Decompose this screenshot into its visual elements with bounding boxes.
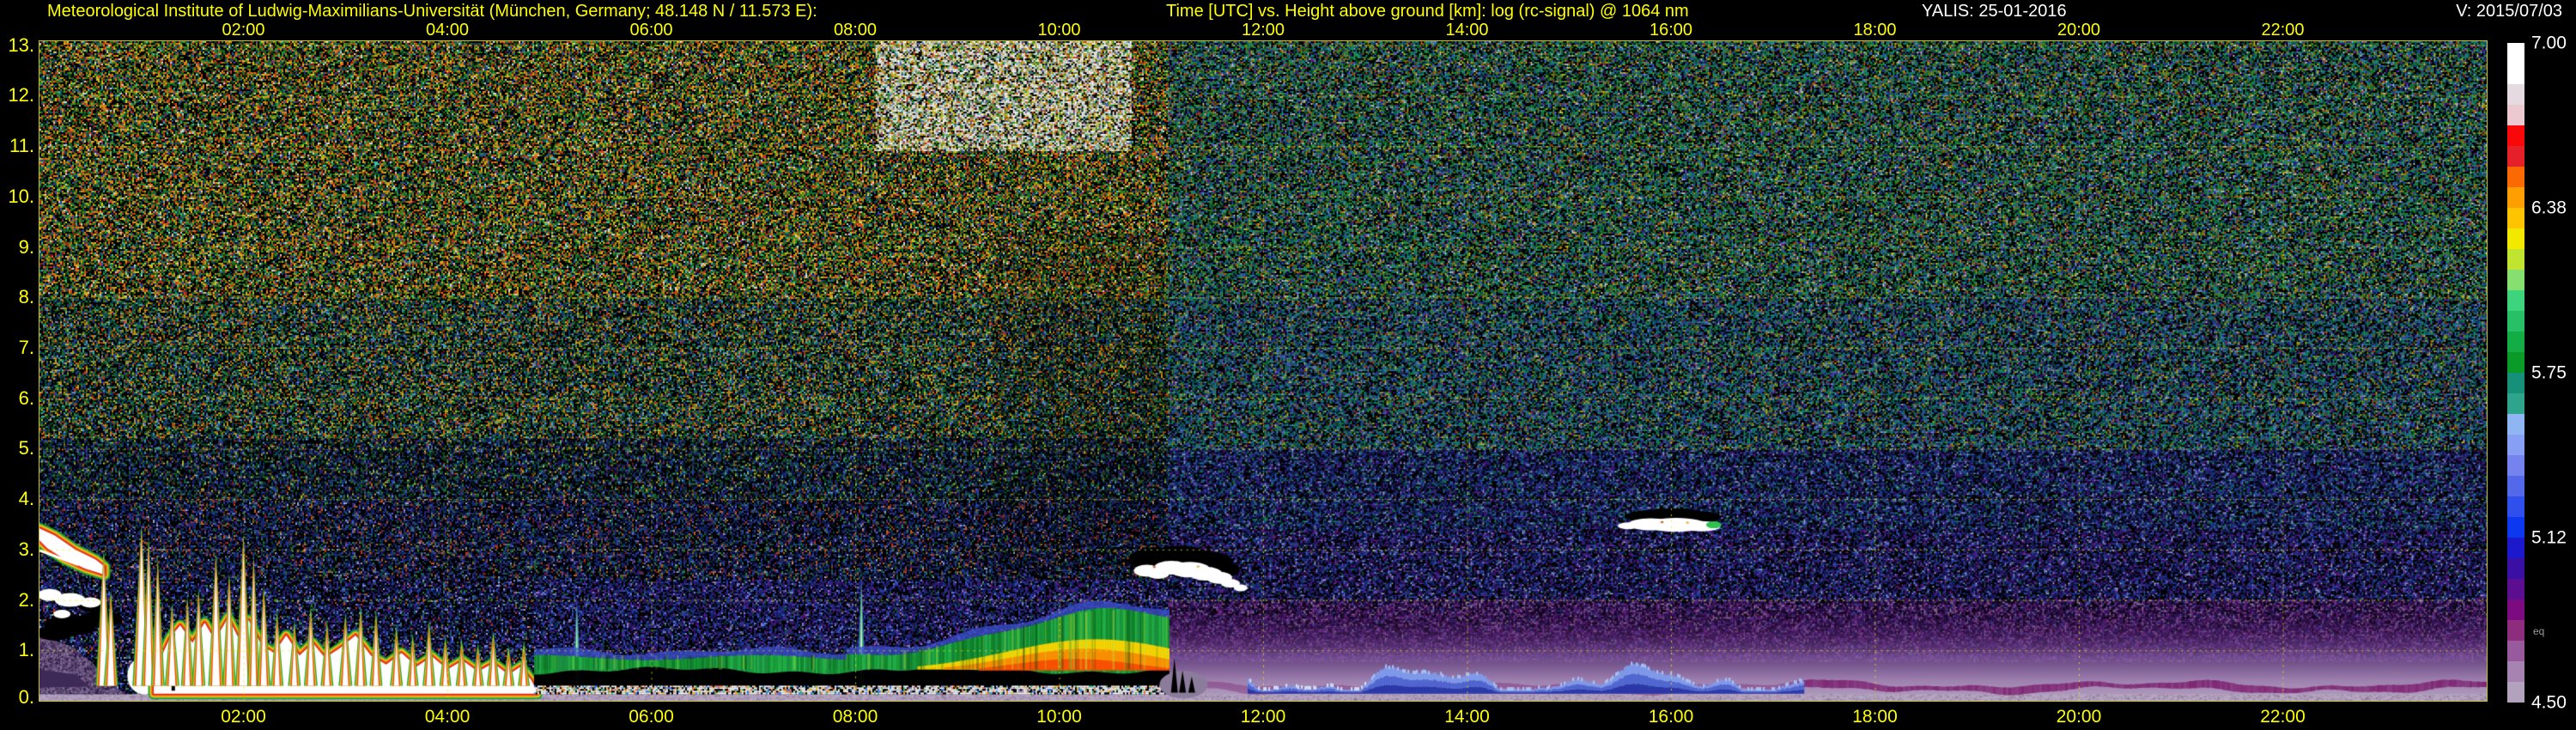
colorbar-step: [2507, 146, 2524, 167]
time-tick-top: 10:00: [1037, 21, 1081, 40]
time-tick-top: 04:00: [425, 21, 470, 40]
colorbar-step: [2507, 105, 2524, 125]
colorbar-step: [2507, 393, 2524, 414]
time-tick-top: 02:00: [222, 21, 265, 40]
colorbar-step: [2507, 332, 2524, 352]
colorbar-step: [2507, 167, 2524, 187]
colorbar: [2507, 43, 2524, 703]
plot-title: Time [UTC] vs. Height above ground [km]:…: [1166, 2, 1689, 21]
colorbar-step: [2507, 641, 2524, 661]
colorbar-step: [2507, 43, 2524, 64]
time-tick-top: 20:00: [2057, 21, 2101, 40]
height-tick: 10.: [8, 185, 34, 207]
colorbar-step: [2507, 538, 2524, 558]
height-tick: 4.: [18, 488, 34, 510]
colorbar-step: [2507, 270, 2524, 290]
colorbar-step: [2507, 249, 2524, 270]
colorbar-tick-label: 5.75: [2531, 362, 2567, 383]
height-tick: 3.: [18, 538, 34, 560]
colorbar-step: [2507, 476, 2524, 496]
plot-area: [39, 40, 2488, 702]
instrument-date: YALIS: 25-01-2016: [1922, 2, 2067, 21]
height-tick: 12.: [8, 84, 34, 106]
colorbar-step: [2507, 517, 2524, 538]
time-tick-bottom: 04:00: [424, 707, 471, 727]
colorbar-step: [2507, 414, 2524, 435]
height-tick: 2.: [18, 588, 34, 611]
time-tick-top: 06:00: [629, 21, 673, 40]
time-tick-bottom: 20:00: [2056, 707, 2102, 727]
time-tick-top: 22:00: [2261, 21, 2305, 40]
time-tick-bottom: 12:00: [1240, 707, 1286, 727]
institute-title: Meteorological Institute of Ludwig-Maxim…: [47, 2, 817, 21]
colorbar-step: [2507, 84, 2524, 105]
time-tick-bottom: 16:00: [1648, 707, 1694, 727]
colorbar-step: [2507, 290, 2524, 311]
plot-canvas: [39, 41, 2487, 701]
time-tick-bottom: 06:00: [629, 707, 674, 727]
colorbar-tick-label: 4.50: [2531, 692, 2567, 713]
colorbar-step: [2507, 579, 2524, 599]
time-tick-top: 14:00: [1445, 21, 1489, 40]
time-tick-bottom: 18:00: [1852, 707, 1898, 727]
colorbar-step: [2507, 373, 2524, 393]
height-tick: 1.: [18, 639, 34, 661]
colorbar-step: [2507, 352, 2524, 373]
height-tick: 6.: [18, 386, 34, 409]
colorbar-step: [2507, 599, 2524, 620]
time-tick-bottom: 14:00: [1444, 707, 1490, 727]
colorbar-step: [2507, 455, 2524, 476]
colorbar-step: [2507, 682, 2524, 703]
version-label: V: 2015/07/03: [2456, 2, 2562, 21]
time-tick-bottom: 22:00: [2260, 707, 2306, 727]
colorbar-step: [2507, 435, 2524, 455]
colorbar-step: [2507, 620, 2524, 641]
time-tick-top: 12:00: [1241, 21, 1285, 40]
colorbar-step: [2507, 661, 2524, 682]
colorbar-step: [2507, 496, 2524, 517]
height-tick: 11.: [9, 135, 34, 157]
height-tick: 8.: [18, 286, 34, 308]
time-tick-bottom: 10:00: [1036, 707, 1082, 727]
colorbar-step: [2507, 311, 2524, 332]
time-tick-top: 18:00: [1853, 21, 1897, 40]
height-tick: 9.: [18, 235, 34, 258]
colorbar-tick-label: 5.12: [2531, 527, 2567, 548]
colorbar-eq-label: eq: [2533, 625, 2545, 637]
time-tick-bottom: 08:00: [832, 707, 878, 727]
colorbar-step: [2507, 228, 2524, 249]
colorbar-step: [2507, 64, 2524, 84]
time-tick-top: 08:00: [833, 21, 878, 40]
height-tick: 13.: [8, 33, 34, 56]
height-tick: 0.: [18, 686, 34, 708]
colorbar-step: [2507, 208, 2524, 228]
height-tick: 7.: [18, 336, 34, 358]
time-tick-top: 16:00: [1649, 21, 1693, 40]
colorbar-tick-label: 7.00: [2531, 33, 2567, 53]
colorbar-step: [2507, 125, 2524, 146]
colorbar-tick-label: 6.38: [2531, 198, 2567, 218]
height-tick: 5.: [18, 437, 34, 459]
time-tick-bottom: 02:00: [221, 707, 266, 727]
lidar-quicklook-page: Meteorological Institute of Ludwig-Maxim…: [0, 0, 2576, 730]
colorbar-step: [2507, 187, 2524, 208]
colorbar-step: [2507, 558, 2524, 579]
